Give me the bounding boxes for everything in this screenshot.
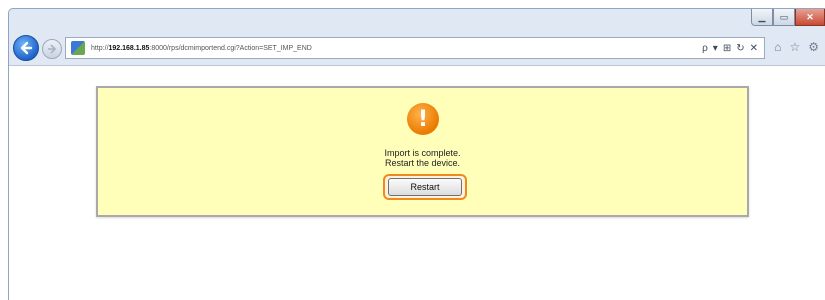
restart-button[interactable]: Restart	[388, 178, 462, 196]
window-controls: ▁ ▭ ✕	[751, 9, 825, 27]
compatibility-view-icon[interactable]: ⊞	[723, 43, 731, 54]
stop-icon[interactable]: ✕	[750, 43, 758, 54]
address-url[interactable]: http://192.168.1.85:8000/rps/dcmimporten…	[91, 45, 702, 52]
forward-button[interactable]	[42, 39, 62, 59]
back-arrow-icon	[20, 41, 33, 55]
url-protocol: http://	[91, 44, 109, 52]
url-host: 192.168.1.85	[108, 44, 150, 52]
message-line-2: Restart the device.	[384, 158, 461, 168]
minimize-button[interactable]: ▁	[751, 9, 773, 26]
warning-exclamation-icon: !	[407, 103, 439, 135]
address-bar[interactable]: http://192.168.1.85:8000/rps/dcmimporten…	[65, 37, 765, 59]
back-button[interactable]	[13, 35, 39, 61]
browser-toolbar-icons: ⌂ ☆ ⚙	[774, 40, 819, 54]
message-line-1: Import is complete.	[384, 148, 461, 158]
search-icon[interactable]: ρ	[702, 43, 708, 54]
url-path: :8000/rps/dcmimportend.cgi?Action=SET_IM…	[149, 44, 312, 52]
forward-arrow-icon	[48, 44, 57, 54]
title-bar: ▁ ▭ ✕	[9, 9, 825, 31]
page-content: ! Import is complete. Restart the device…	[9, 65, 825, 300]
browser-window: ▁ ▭ ✕ http://192.168.1.85:8000/rps/dcmim…	[8, 8, 825, 300]
dropdown-arrow-icon[interactable]: ▾	[713, 43, 718, 54]
maximize-button[interactable]: ▭	[773, 9, 795, 26]
close-window-button[interactable]: ✕	[795, 9, 825, 26]
home-icon[interactable]: ⌂	[774, 40, 781, 54]
favorites-star-icon[interactable]: ☆	[789, 40, 800, 54]
address-tools: ρ ▾ ⊞ ↻ ✕	[702, 43, 758, 54]
site-favicon-icon	[71, 41, 85, 55]
tools-gear-icon[interactable]: ⚙	[808, 40, 819, 54]
restart-button-highlight: Restart	[383, 174, 467, 200]
status-message: Import is complete. Restart the device.	[98, 148, 747, 168]
navigation-bar: http://192.168.1.85:8000/rps/dcmimporten…	[9, 31, 825, 63]
refresh-icon[interactable]: ↻	[736, 43, 744, 54]
import-complete-panel: ! Import is complete. Restart the device…	[96, 86, 749, 217]
